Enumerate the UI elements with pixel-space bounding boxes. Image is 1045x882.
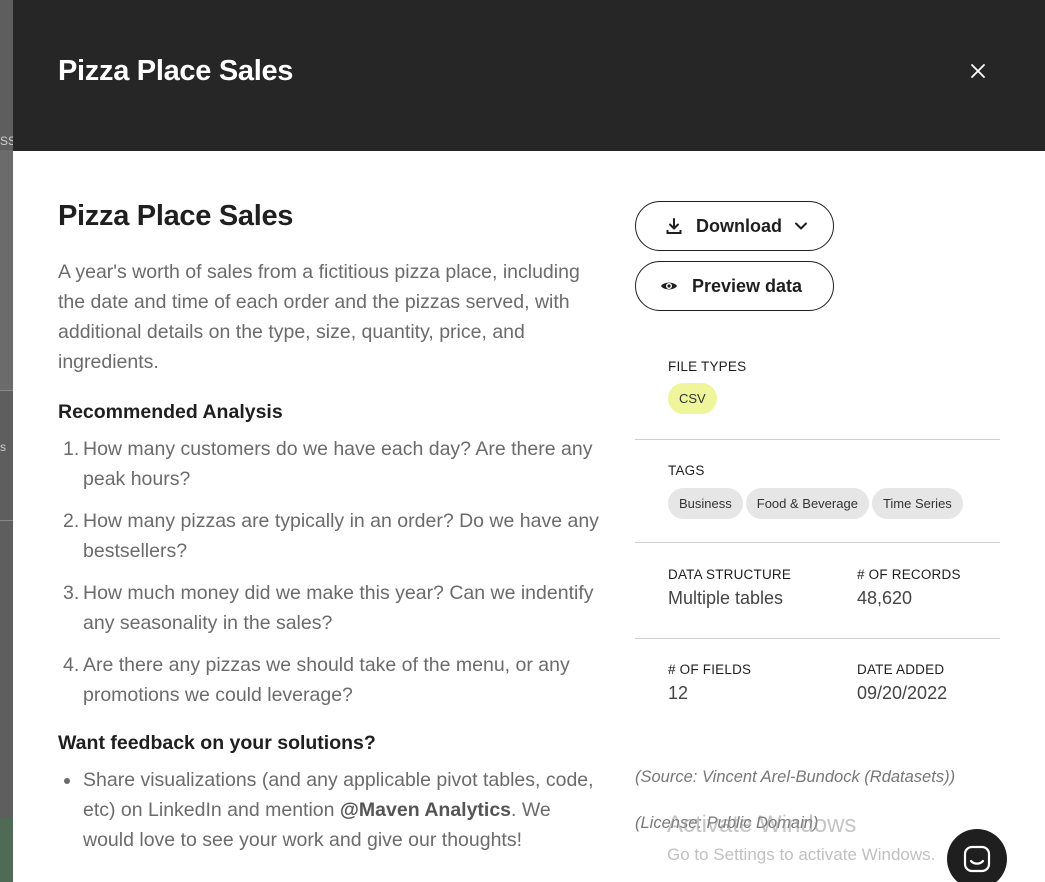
records-label: # OF RECORDS	[857, 567, 961, 582]
tag-chip[interactable]: Business	[668, 488, 743, 519]
file-type-chip[interactable]: CSV	[668, 383, 717, 414]
tag-chip[interactable]: Time Series	[871, 488, 963, 519]
dataset-description: A year's worth of sales from a fictitiou…	[58, 261, 580, 373]
source-text: (Source: Vincent Arel-Bundock (Rdatasets…	[635, 768, 956, 786]
modal-title: Pizza Place Sales	[58, 55, 294, 87]
close-button[interactable]	[965, 58, 991, 84]
list-number: 4.	[63, 654, 80, 676]
background-footer	[0, 818, 13, 882]
feedback-list: Share visualizations (and any applicable…	[58, 765, 603, 855]
file-types-section: FILE TYPES CSV	[668, 359, 1033, 414]
list-text: How many pizzas are typically in an orde…	[83, 510, 599, 562]
download-icon	[666, 218, 682, 234]
date-added-label: DATE ADDED	[857, 662, 945, 677]
bullet-icon	[64, 778, 70, 784]
feedback-heading: Want feedback on your solutions?	[58, 732, 376, 754]
background-panel	[0, 150, 13, 390]
tags-label: TAGS	[668, 463, 705, 478]
divider	[635, 439, 1000, 440]
data-structure-label: DATA STRUCTURE	[668, 567, 792, 582]
dataset-title: Pizza Place Sales	[58, 200, 294, 232]
records-field: # OF RECORDS 48,620	[857, 567, 997, 609]
list-text: Are there any pizzas we should take of t…	[83, 654, 570, 706]
list-number: 1.	[63, 438, 80, 460]
mention-link[interactable]: @Maven Analytics	[340, 799, 511, 821]
windows-watermark-title: Activate Windows	[667, 811, 857, 838]
data-structure-field: DATA STRUCTURE Multiple tables	[668, 567, 848, 609]
list-text: How much money did we make this year? Ca…	[83, 582, 594, 634]
list-item: 1. How many customers do we have each day…	[58, 434, 603, 494]
dataset-details: Pizza Place Sales A year's worth of sale…	[58, 200, 603, 855]
fields-label: # OF FIELDS	[668, 662, 752, 677]
list-item: 4. Are there any pizzas we should take of…	[58, 650, 603, 710]
close-icon	[971, 64, 985, 78]
background-divider	[0, 520, 13, 521]
file-types-label: FILE TYPES	[668, 359, 747, 374]
tags-section: TAGS Business Food & Beverage Time Series	[668, 463, 1033, 519]
list-number: 3.	[63, 582, 80, 604]
download-button[interactable]: Download	[635, 201, 834, 251]
analysis-heading: Recommended Analysis	[58, 401, 283, 423]
list-item: Share visualizations (and any applicable…	[58, 765, 603, 855]
background-page: SS s	[0, 0, 16, 882]
background-text: s	[0, 440, 6, 454]
tag-chip[interactable]: Food & Beverage	[745, 488, 869, 519]
download-label: Download	[696, 215, 782, 236]
chat-icon	[963, 845, 991, 873]
preview-data-button[interactable]: Preview data	[635, 261, 834, 311]
eye-icon	[661, 282, 677, 290]
list-item: 3. How much money did we make this year? …	[58, 578, 603, 638]
dataset-modal: Pizza Place Sales Pizza Place Sales A ye…	[13, 0, 1045, 882]
modal-header: Pizza Place Sales	[13, 0, 1045, 151]
dataset-sidebar: Download Preview data FILE TYPES CSV TAG…	[635, 201, 1000, 832]
chat-button[interactable]	[947, 829, 1007, 882]
fields-field: # OF FIELDS 12	[668, 662, 848, 704]
list-item: 2. How many pizzas are typically in an or…	[58, 506, 603, 566]
divider	[635, 542, 1000, 543]
analysis-list: 1. How many customers do we have each day…	[58, 434, 603, 710]
list-number: 2.	[63, 510, 80, 532]
divider	[635, 638, 1000, 639]
windows-watermark-text: Go to Settings to activate Windows.	[667, 845, 936, 864]
date-added-value: 09/20/2022	[857, 683, 948, 703]
preview-label: Preview data	[692, 275, 803, 296]
fields-value: 12	[668, 683, 689, 703]
data-structure-value: Multiple tables	[668, 588, 784, 608]
records-value: 48,620	[857, 588, 913, 608]
background-divider	[0, 390, 13, 391]
list-text: How many customers do we have each day? …	[83, 438, 593, 490]
chevron-down-icon	[795, 222, 807, 230]
date-added-field: DATE ADDED 09/20/2022	[857, 662, 997, 704]
